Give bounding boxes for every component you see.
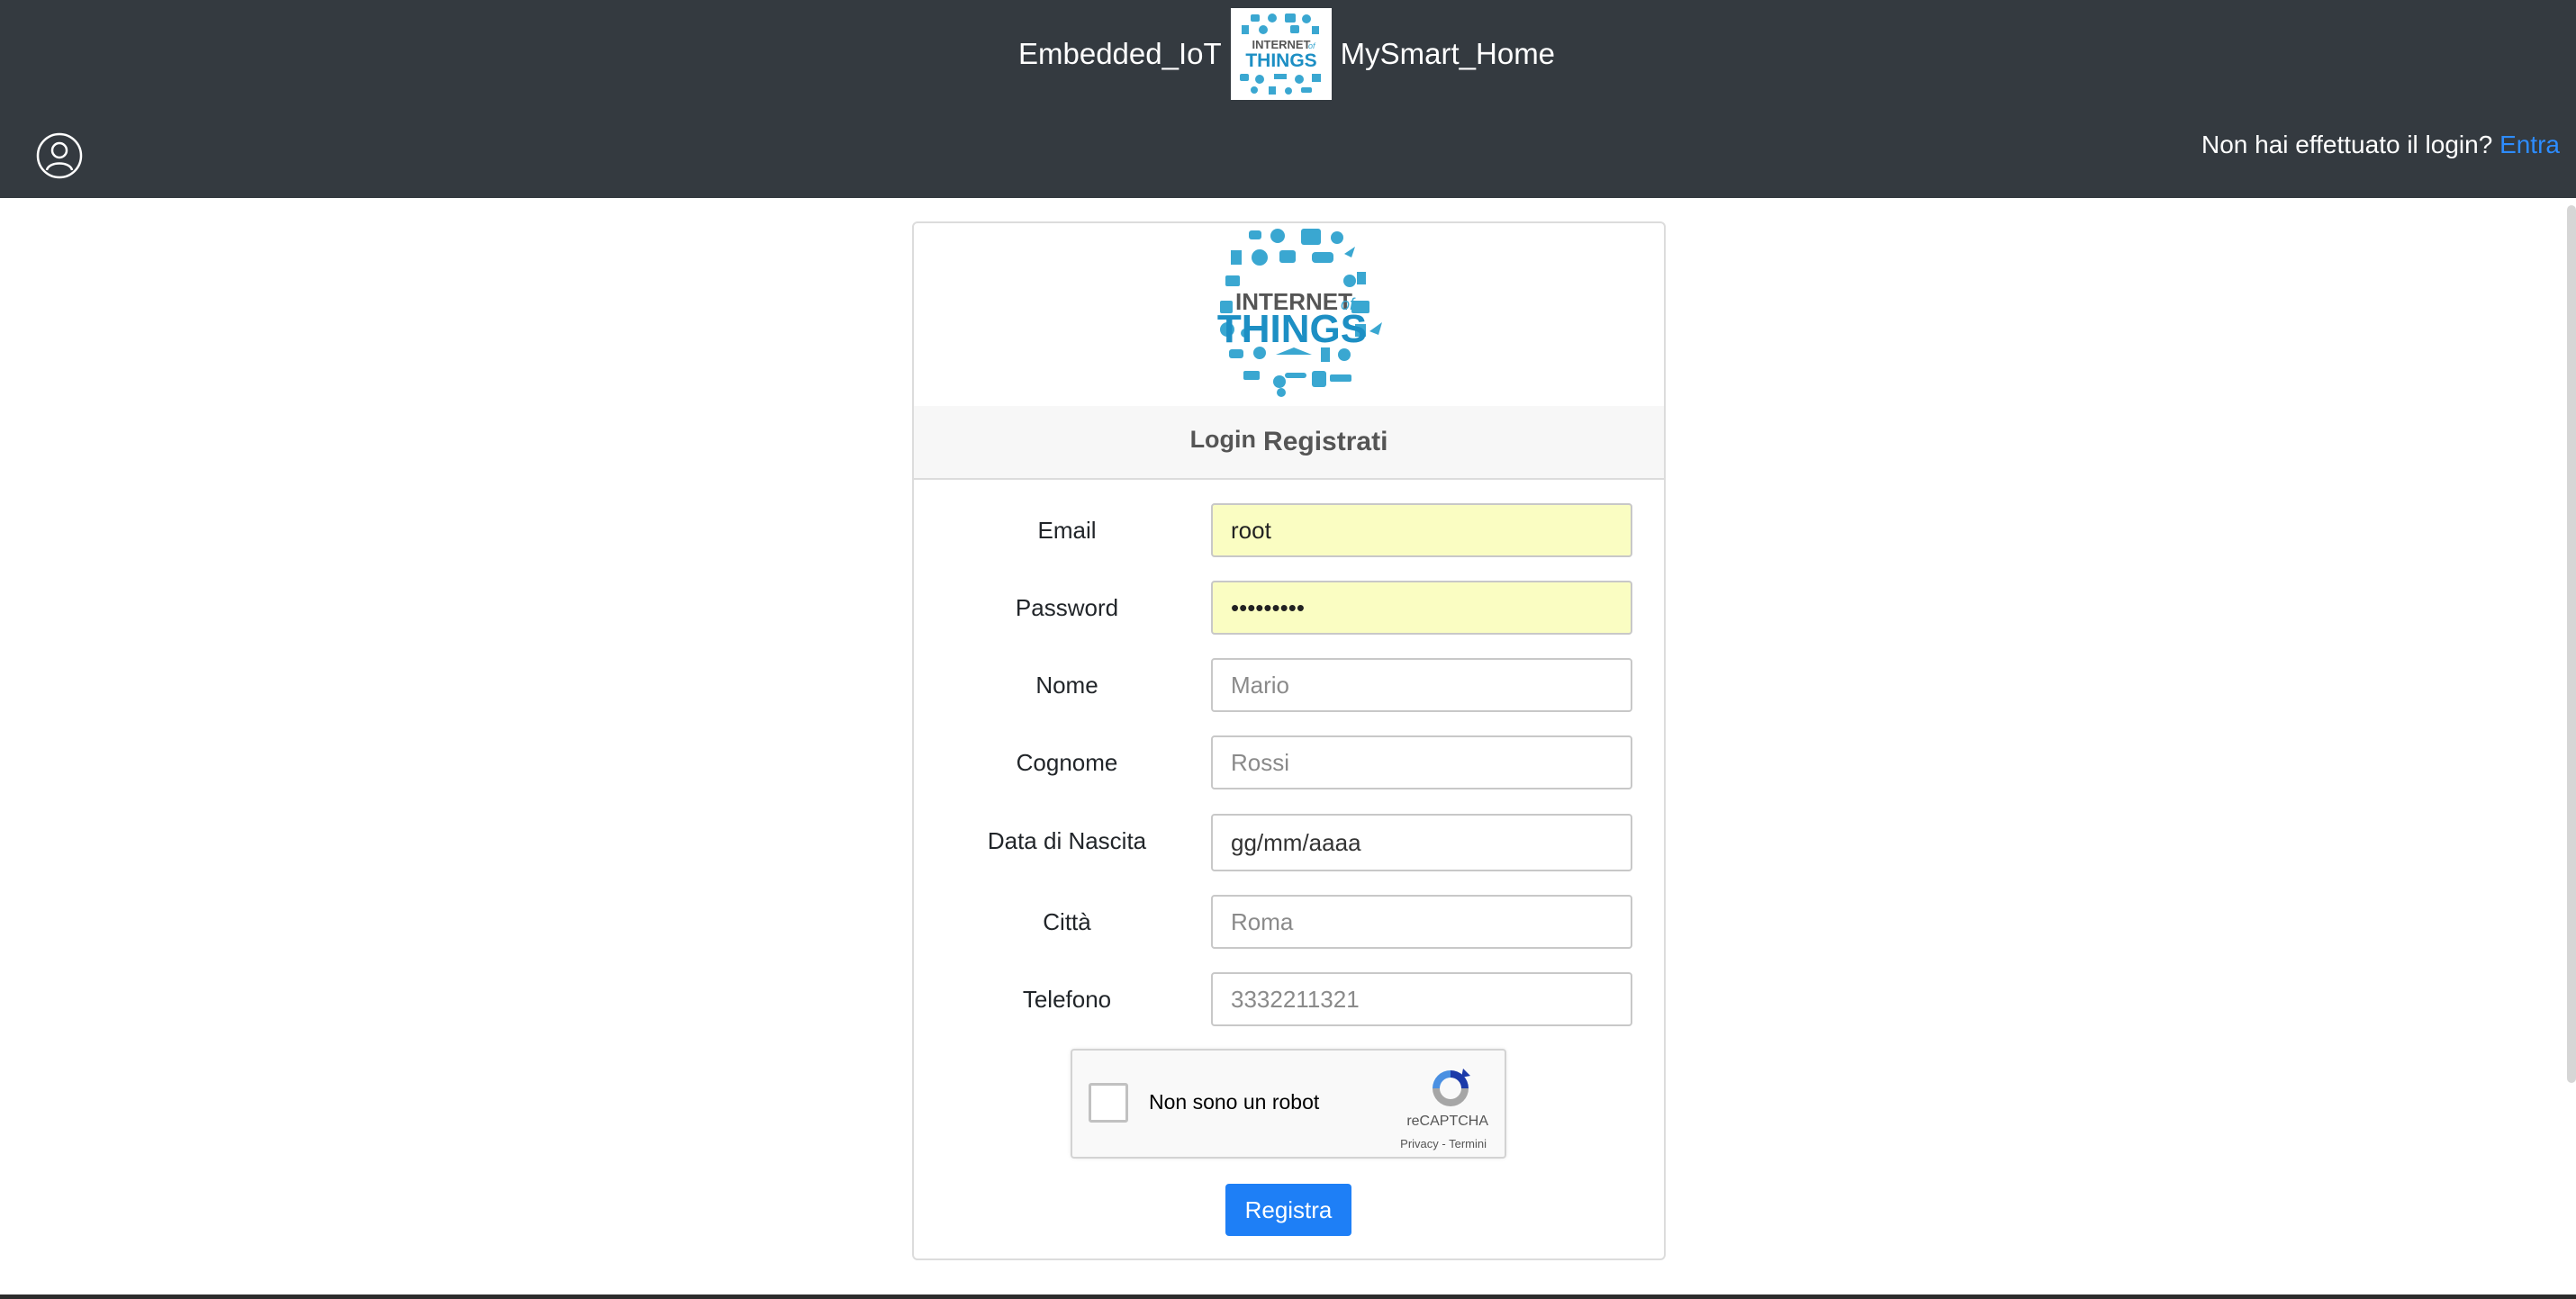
tab-login[interactable]: Login — [1190, 426, 1256, 454]
auth-tabs: Login Registrati — [914, 406, 1664, 480]
email-label: Email — [1037, 517, 1097, 544]
svg-text:THINGS: THINGS — [1217, 307, 1367, 351]
brand[interactable]: Embedded_IoT INTERNET of THINGS MySmart_… — [1018, 7, 1555, 101]
nascita-label: Data di Nascita — [987, 827, 1147, 854]
recaptcha-brand: reCAPTCHA — [1406, 1114, 1488, 1129]
recaptcha-checkbox[interactable] — [1089, 1083, 1128, 1123]
iot-illustration: INTERNET of THINGS — [1217, 229, 1382, 397]
card-iot-logo: INTERNET of THINGS — [1186, 223, 1402, 403]
password-field[interactable] — [1211, 581, 1632, 635]
password-row: Password — [914, 581, 1664, 635]
email-row: Email — [914, 503, 1664, 557]
login-prompt-text: Non hai effettuato il login? — [2201, 131, 2493, 158]
svg-text:of: of — [1308, 41, 1316, 50]
login-link[interactable]: Entra — [2499, 131, 2560, 158]
telefono-label: Telefono — [1022, 986, 1112, 1013]
nome-field[interactable] — [1211, 658, 1632, 712]
svg-text:THINGS: THINGS — [1245, 50, 1316, 71]
cognome-row: Cognome — [914, 735, 1664, 789]
brand-left-text: Embedded_IoT — [1018, 37, 1222, 70]
bottom-divider — [0, 1294, 2576, 1299]
recaptcha-widget: Non sono un robot reCAPTCHA Privacy - Te… — [1071, 1049, 1506, 1159]
recaptcha-links[interactable]: Privacy - Termini — [1400, 1137, 1487, 1150]
user-circle-icon[interactable] — [36, 132, 83, 179]
citta-label: Città — [1043, 908, 1091, 935]
nascita-row: Data di Nascita — [914, 814, 1664, 871]
telefono-row: Telefono — [914, 972, 1664, 1026]
telefono-field[interactable] — [1211, 972, 1632, 1026]
nome-row: Nome — [914, 658, 1664, 712]
registration-card: INTERNET of THINGS Login Registrati Emai… — [912, 221, 1666, 1260]
recaptcha-label: Non sono un robot — [1149, 1090, 1320, 1114]
birthdate-field[interactable] — [1211, 814, 1632, 871]
register-button[interactable]: Registra — [1225, 1184, 1351, 1236]
iot-logo: INTERNET of THINGS — [1230, 8, 1332, 100]
page-scrollbar[interactable] — [2567, 205, 2576, 1083]
brand-right-text: MySmart_Home — [1340, 37, 1556, 70]
login-prompt: Non hai effettuato il login? Entra — [2201, 131, 2560, 159]
cognome-field[interactable] — [1211, 735, 1632, 789]
svg-text:INTERNET: INTERNET — [1252, 38, 1310, 51]
tab-register[interactable]: Registrati — [1263, 427, 1387, 457]
citta-field[interactable] — [1211, 895, 1632, 949]
cognome-label: Cognome — [1016, 749, 1118, 776]
recaptcha-icon — [1433, 1069, 1470, 1106]
email-field[interactable] — [1211, 503, 1632, 557]
top-navbar: Embedded_IoT INTERNET of THINGS MySmart_… — [0, 0, 2576, 198]
iot-logo-graphic: INTERNET of THINGS — [1239, 14, 1321, 95]
nome-label: Nome — [1035, 672, 1098, 699]
citta-row: Città — [914, 895, 1664, 949]
password-label: Password — [1015, 594, 1119, 621]
